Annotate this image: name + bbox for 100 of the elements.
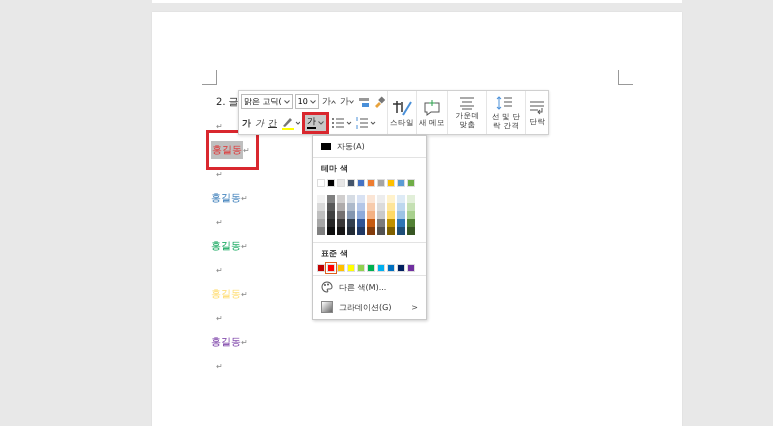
color-swatch[interactable] bbox=[347, 264, 355, 272]
color-swatch[interactable] bbox=[387, 227, 395, 235]
color-swatch[interactable] bbox=[337, 264, 345, 272]
font-size-dropdown[interactable]: 10 bbox=[294, 94, 319, 110]
color-swatch[interactable] bbox=[387, 219, 395, 227]
colored-text: 홍길동 bbox=[211, 336, 241, 349]
color-swatch[interactable] bbox=[317, 227, 325, 235]
color-swatch[interactable] bbox=[327, 227, 335, 235]
color-swatch[interactable] bbox=[317, 203, 325, 211]
color-swatch[interactable] bbox=[377, 195, 385, 203]
color-swatch[interactable] bbox=[337, 211, 345, 219]
color-swatch[interactable] bbox=[337, 219, 345, 227]
color-swatch[interactable] bbox=[347, 211, 355, 219]
color-swatch[interactable] bbox=[327, 195, 335, 203]
color-swatch[interactable] bbox=[317, 179, 325, 187]
color-swatch[interactable] bbox=[347, 195, 355, 203]
color-swatch[interactable] bbox=[397, 195, 405, 203]
colored-text: 홍길동 bbox=[211, 141, 243, 159]
color-swatch[interactable] bbox=[317, 219, 325, 227]
color-swatch[interactable] bbox=[367, 179, 375, 187]
italic-button[interactable]: 가 bbox=[254, 116, 265, 130]
color-swatch[interactable] bbox=[387, 264, 395, 272]
colored-text: 홍길동 bbox=[211, 240, 241, 253]
color-swatch[interactable] bbox=[407, 264, 415, 272]
color-swatch[interactable] bbox=[377, 227, 385, 235]
color-swatch[interactable] bbox=[367, 219, 375, 227]
color-swatch[interactable] bbox=[327, 203, 335, 211]
color-swatch[interactable] bbox=[357, 264, 365, 272]
color-swatch[interactable] bbox=[347, 227, 355, 235]
color-swatch[interactable] bbox=[337, 179, 345, 187]
color-swatch[interactable] bbox=[317, 264, 325, 272]
font-name-dropdown[interactable]: 맑은 고딕( bbox=[241, 94, 293, 110]
section-heading: 표준 색 bbox=[320, 248, 349, 260]
color-swatch[interactable] bbox=[367, 264, 375, 272]
color-swatch[interactable] bbox=[377, 219, 385, 227]
caret-icon bbox=[284, 100, 290, 104]
color-swatch[interactable] bbox=[327, 211, 335, 219]
color-swatch[interactable] bbox=[377, 264, 385, 272]
color-swatch[interactable] bbox=[397, 203, 405, 211]
center-align-icon bbox=[458, 96, 476, 110]
color-swatch[interactable] bbox=[327, 179, 335, 187]
color-swatch[interactable] bbox=[397, 264, 405, 272]
color-swatch[interactable] bbox=[407, 227, 415, 235]
underline-button[interactable]: 간 bbox=[267, 116, 278, 130]
highlighter-icon[interactable] bbox=[280, 116, 300, 130]
color-swatch[interactable] bbox=[327, 264, 335, 272]
color-swatch[interactable] bbox=[407, 203, 415, 211]
format-painter-icon[interactable] bbox=[372, 96, 385, 108]
bullet-list-icon[interactable] bbox=[331, 116, 353, 130]
color-swatch[interactable] bbox=[397, 179, 405, 187]
color-swatch[interactable] bbox=[367, 211, 375, 219]
color-swatch[interactable] bbox=[397, 219, 405, 227]
colored-text: 홍길동 bbox=[211, 192, 241, 205]
color-swatch[interactable] bbox=[387, 179, 395, 187]
color-swatch[interactable] bbox=[387, 195, 395, 203]
color-swatch[interactable] bbox=[397, 227, 405, 235]
color-swatch[interactable] bbox=[407, 179, 415, 187]
color-swatch[interactable] bbox=[327, 219, 335, 227]
color-swatch[interactable] bbox=[367, 203, 375, 211]
color-swatch[interactable] bbox=[387, 211, 395, 219]
color-swatch[interactable] bbox=[337, 227, 345, 235]
color-swatch[interactable] bbox=[407, 211, 415, 219]
more-colors-item[interactable]: 다른 색(M)... bbox=[313, 277, 426, 297]
color-swatch[interactable] bbox=[407, 219, 415, 227]
color-swatch[interactable] bbox=[347, 179, 355, 187]
color-swatch[interactable] bbox=[357, 179, 365, 187]
shrink-font-button[interactable]: 가 bbox=[338, 95, 355, 108]
heading-text: 2. 글 bbox=[216, 96, 239, 109]
color-swatch[interactable] bbox=[387, 203, 395, 211]
color-swatch[interactable] bbox=[357, 203, 365, 211]
color-swatch[interactable] bbox=[357, 195, 365, 203]
color-swatch[interactable] bbox=[317, 195, 325, 203]
grow-font-button[interactable]: 가 bbox=[320, 95, 337, 108]
color-swatch[interactable] bbox=[367, 195, 375, 203]
numbered-list-icon[interactable] bbox=[355, 116, 377, 130]
color-swatch[interactable] bbox=[317, 211, 325, 219]
paragraph-mark: ↵ bbox=[243, 146, 250, 154]
color-swatch[interactable] bbox=[377, 203, 385, 211]
color-swatch[interactable] bbox=[357, 211, 365, 219]
color-swatch[interactable] bbox=[407, 195, 415, 203]
margin-corner-mark bbox=[618, 70, 633, 85]
color-swatch[interactable] bbox=[377, 179, 385, 187]
gradient-item[interactable]: 그라데이션(G) > bbox=[313, 297, 426, 317]
color-swatch[interactable] bbox=[357, 219, 365, 227]
font-color-button[interactable]: 가 bbox=[302, 112, 329, 134]
bold-button[interactable]: 가 bbox=[241, 116, 252, 130]
color-swatch[interactable] bbox=[357, 227, 365, 235]
color-swatch[interactable] bbox=[397, 211, 405, 219]
color-swatch[interactable] bbox=[347, 203, 355, 211]
paragraph-mark: ↵ bbox=[216, 170, 223, 178]
color-swatch[interactable] bbox=[337, 195, 345, 203]
paragraph-mark: ↵ bbox=[241, 194, 248, 202]
section-heading: 테마 색 bbox=[320, 163, 349, 175]
margin-corner-mark bbox=[202, 70, 217, 85]
automatic-color-item[interactable]: 자동(A) bbox=[313, 136, 426, 156]
color-swatch[interactable] bbox=[377, 211, 385, 219]
color-swatch[interactable] bbox=[367, 227, 375, 235]
phonetic-guide-icon[interactable] bbox=[356, 96, 371, 108]
color-swatch[interactable] bbox=[347, 219, 355, 227]
color-swatch[interactable] bbox=[337, 203, 345, 211]
